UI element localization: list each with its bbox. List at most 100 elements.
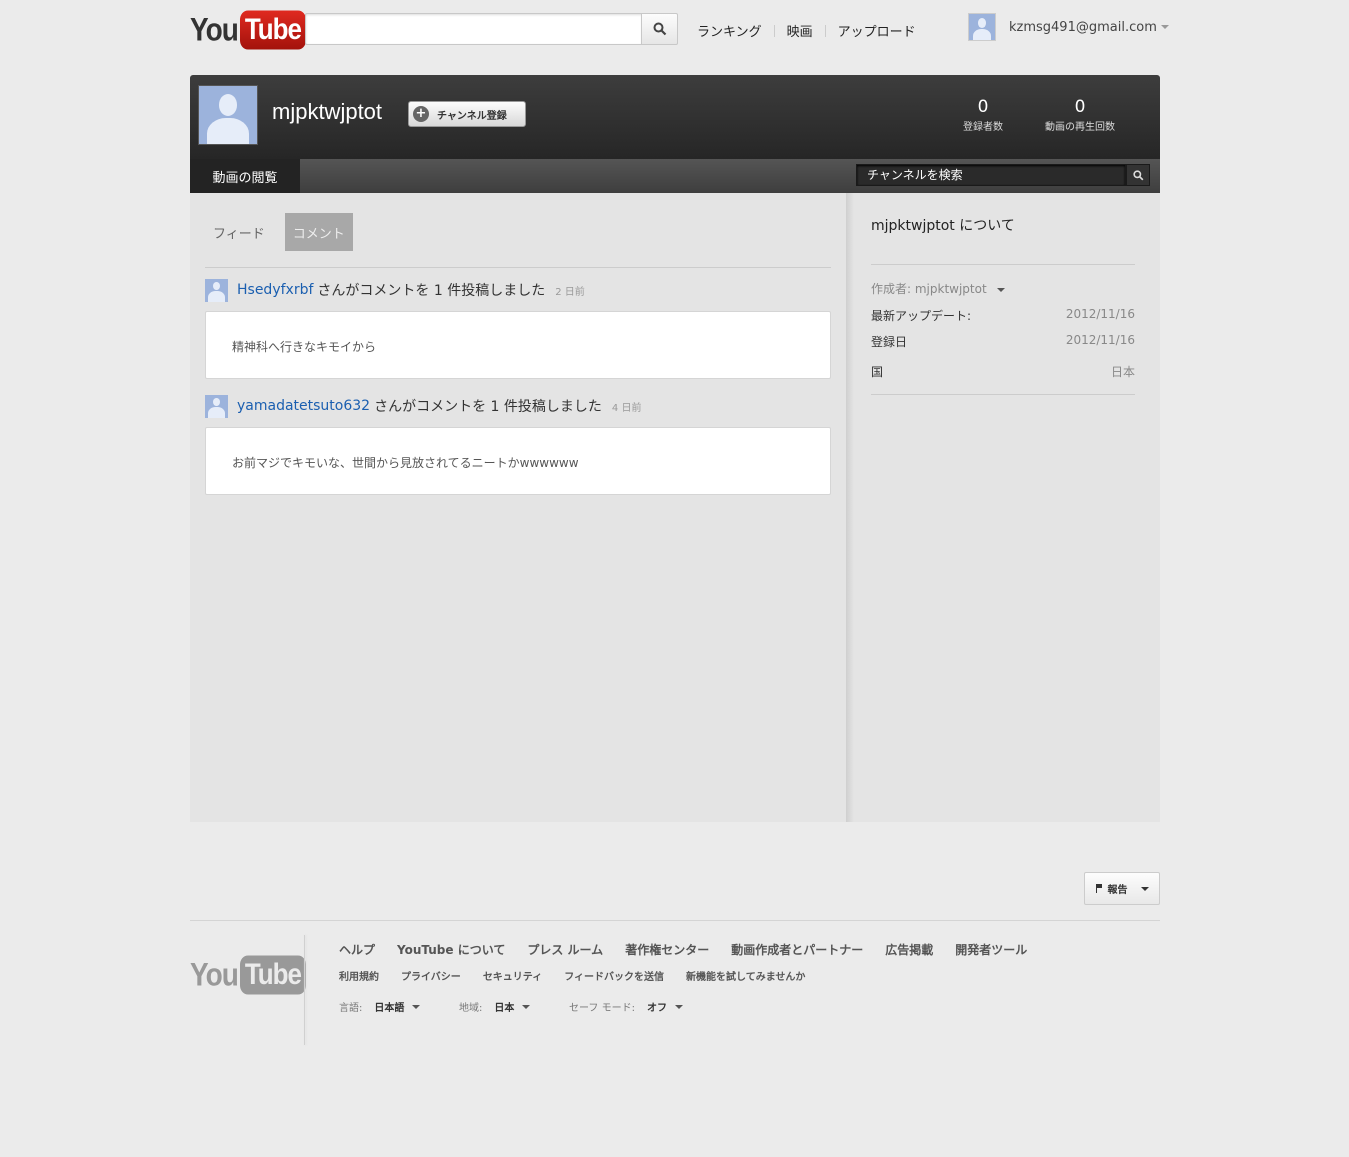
footer-youtube-logo[interactable]: You Tube: [190, 955, 306, 995]
nav-link-upload[interactable]: アップロード: [838, 21, 916, 40]
channel-search-input[interactable]: チャンネルを検索: [856, 164, 1126, 186]
subscribers-count: 0: [977, 97, 989, 117]
youtube-logo[interactable]: You Tube: [190, 10, 306, 50]
subscribe-button[interactable]: + チャンネル登録: [408, 101, 526, 127]
feed-action-text: さんがコメントを 1 件投稿しました: [374, 399, 602, 415]
footer-link-advertising[interactable]: 広告掲載: [885, 941, 933, 958]
footer-link-privacy[interactable]: プライバシー: [401, 968, 461, 983]
safety-label: セーフ モード:: [569, 1003, 635, 1014]
chevron-down-icon: [996, 287, 1005, 292]
about-sidebar: mjpktwjptot について 作成者: mjpktwjptot 最新アップデ…: [846, 193, 1160, 822]
report-label: 報告: [1107, 885, 1128, 896]
tab-browse-videos[interactable]: 動画の閲覧: [190, 159, 300, 193]
about-value: 2012/11/16: [1065, 307, 1135, 321]
author-text: 作成者: mjpktwjptot: [871, 282, 987, 296]
about-value: 日本: [1110, 365, 1135, 379]
footer-link-terms[interactable]: 利用規約: [339, 968, 379, 983]
channel-header: mjpktwjptot + チャンネル登録 0 登録者数 0 動画の再生回数: [190, 75, 1160, 159]
feed-panel: フィード コメント Hsedyfxrbf さんがコメントを 1 件投稿しました …: [190, 193, 846, 822]
subscribe-label: チャンネル登録: [437, 110, 507, 122]
footer-link-about[interactable]: YouTube について: [397, 941, 505, 958]
footer-link-safety[interactable]: セキュリティ: [483, 968, 542, 983]
about-row-country: 国 日本: [871, 363, 1135, 380]
logo-you-text: You: [190, 11, 239, 48]
logo-tube-text: Tube: [239, 955, 306, 995]
footer-secondary-links: 利用規約 プライバシー セキュリティ フィードバックを送信 新機能を試してみませ…: [339, 968, 805, 983]
footer-divider: [190, 920, 1160, 921]
footer-link-developers[interactable]: 開発者ツール: [955, 941, 1027, 958]
views-stat: 0 動画の再生回数: [1045, 97, 1115, 133]
account-menu[interactable]: kzmsg491@gmail.com: [968, 13, 1169, 41]
search-input[interactable]: [305, 13, 642, 45]
logo-you-text: You: [190, 956, 239, 993]
comment-text: お前マジでキモいな、世間から見放されてるニートかwwwwww: [205, 427, 831, 495]
nav-link-movies[interactable]: 映画: [787, 21, 813, 40]
about-divider: [871, 394, 1135, 395]
footer-link-copyright[interactable]: 著作権センター: [625, 941, 709, 958]
nav-separator: [773, 24, 775, 37]
chevron-down-icon: [1140, 886, 1149, 891]
plus-icon: +: [413, 106, 429, 122]
tab-feed[interactable]: フィード: [205, 213, 273, 251]
avatar-silhouette-icon: [199, 86, 257, 144]
language-label: 言語:: [339, 1003, 363, 1014]
feed-item-header: Hsedyfxrbf さんがコメントを 1 件投稿しました 2 日前: [205, 278, 831, 302]
about-row-joined: 登録日 2012/11/16: [871, 333, 1135, 350]
comment-text: 精神科へ行きなキモイから: [205, 311, 831, 379]
footer-link-help[interactable]: ヘルプ: [339, 941, 375, 958]
channel-title: mjpktwjptot: [272, 99, 383, 124]
footer-link-feedback[interactable]: フィードバックを送信: [564, 968, 664, 983]
search-button[interactable]: [641, 13, 678, 45]
about-key: 国: [871, 365, 884, 379]
avatar-silhouette-icon: [969, 14, 995, 40]
list-item: Hsedyfxrbf さんがコメントを 1 件投稿しました 2 日前 精神科へ行…: [205, 278, 831, 379]
commenter-avatar[interactable]: [205, 278, 228, 302]
nav-separator: [824, 24, 826, 37]
chevron-down-icon: [522, 1004, 531, 1009]
language-value: 日本語: [374, 1003, 405, 1014]
report-button[interactable]: 報告: [1084, 872, 1160, 905]
footer-link-new-features[interactable]: 新機能を試してみませんか: [686, 968, 805, 983]
region-label: 地域:: [459, 1003, 483, 1014]
chevron-down-icon: [674, 1004, 683, 1009]
account-avatar: [968, 13, 996, 41]
about-title: mjpktwjptot について: [871, 218, 1015, 234]
avatar-silhouette-icon: [205, 279, 228, 302]
views-count: 0: [1074, 97, 1086, 117]
region-picker[interactable]: 地域: 日本: [459, 999, 531, 1014]
avatar-silhouette-icon: [205, 395, 228, 418]
footer-link-creators[interactable]: 動画作成者とパートナー: [731, 941, 863, 958]
commenter-name-link[interactable]: yamadatetsuto632: [237, 398, 370, 414]
region-value: 日本: [494, 1003, 515, 1014]
feed-timestamp: 4 日前: [611, 402, 642, 414]
commenter-name-link[interactable]: Hsedyfxrbf: [237, 282, 313, 298]
account-email: kzmsg491@gmail.com: [1009, 19, 1157, 35]
channel-avatar[interactable]: [198, 85, 258, 145]
chevron-down-icon: [412, 1004, 421, 1009]
language-picker[interactable]: 言語: 日本語: [339, 999, 421, 1014]
top-nav: ランキング 映画 アップロード: [697, 21, 916, 40]
safety-value: オフ: [646, 1003, 667, 1014]
footer-vertical-divider: [304, 935, 305, 1045]
safety-mode-picker[interactable]: セーフ モード: オフ: [569, 999, 683, 1014]
subscribers-label: 登録者数: [963, 122, 1003, 133]
feed-timestamp: 2 日前: [555, 286, 585, 298]
footer-primary-links: ヘルプ YouTube について プレス ルーム 著作権センター 動画作成者とパ…: [339, 941, 1027, 958]
tab-comments[interactable]: コメント: [284, 213, 353, 251]
chevron-down-icon: [1160, 25, 1169, 29]
nav-link-ranking[interactable]: ランキング: [697, 21, 762, 40]
author-menu[interactable]: 作成者: mjpktwjptot: [871, 280, 1005, 297]
masthead: You Tube ランキング 映画 アップロード kzmsg491@gmail.…: [190, 10, 1169, 54]
feed-divider: [205, 267, 831, 268]
list-item: yamadatetsuto632 さんがコメントを 1 件投稿しました 4 日前…: [205, 394, 831, 495]
feed-action-text: さんがコメントを 1 件投稿しました: [317, 283, 546, 299]
search-icon: [1132, 169, 1143, 180]
footer-link-press[interactable]: プレス ルーム: [527, 941, 603, 958]
channel-search-button[interactable]: [1126, 164, 1150, 186]
views-label: 動画の再生回数: [1045, 122, 1115, 133]
feed-tabs: フィード コメント: [205, 213, 353, 251]
about-divider: [871, 264, 1135, 265]
search-icon: [653, 22, 666, 36]
commenter-avatar[interactable]: [205, 394, 228, 418]
subscribers-stat: 0 登録者数: [963, 97, 1003, 133]
